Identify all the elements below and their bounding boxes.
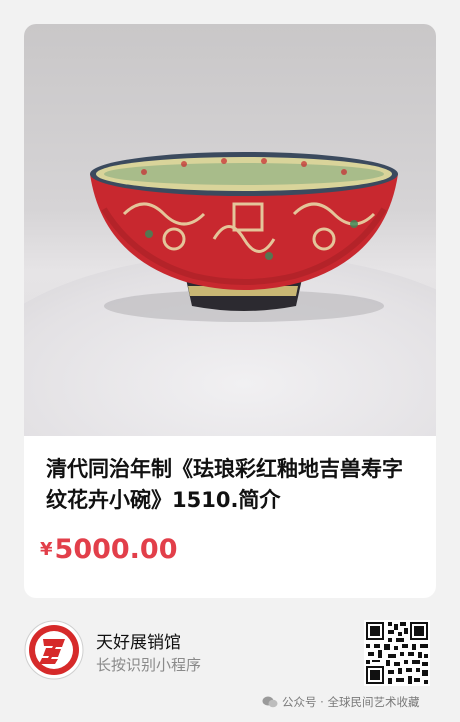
porcelain-bowl-photo: [90, 152, 398, 322]
watermark-text: 公众号 · 全球民间艺术收藏: [282, 695, 420, 709]
price-amount: 5000.00: [54, 534, 178, 565]
mini-program-hint: 长按识别小程序: [96, 656, 202, 674]
mini-program-name: 天好展销馆: [96, 633, 181, 653]
product-price: ¥5000.00: [40, 534, 178, 565]
product-photo[interactable]: [24, 24, 436, 436]
qr-code-icon[interactable]: [364, 620, 430, 686]
currency-symbol: ¥: [40, 539, 53, 560]
mini-program-footer: 天好展销馆 长按识别小程序 公众号 · 全球民间艺术收藏: [0, 598, 460, 722]
product-title[interactable]: 清代同治年制《珐琅彩红釉地吉兽寿字纹花卉小碗》1510.简介: [46, 454, 416, 516]
product-card[interactable]: 清代同治年制《珐琅彩红釉地吉兽寿字纹花卉小碗》1510.简介 ¥5000.00: [24, 24, 436, 598]
watermark: 公众号 · 全球民间艺术收藏: [262, 694, 419, 710]
red-circle-3-logo: [24, 620, 84, 680]
wechat-icon: [262, 696, 278, 708]
